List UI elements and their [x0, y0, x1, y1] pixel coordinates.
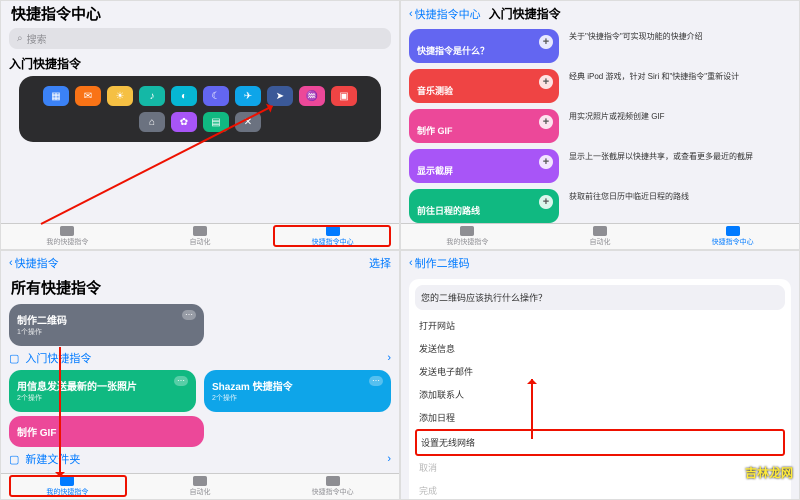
- app-icon: ♪: [139, 86, 165, 106]
- search-input[interactable]: ⌕ 搜索: [9, 28, 391, 49]
- opt-add-event[interactable]: 添加日程: [415, 406, 785, 429]
- app-icon: ☾: [203, 86, 229, 106]
- back-button[interactable]: ‹快捷指令中心: [409, 6, 481, 22]
- sheet-question: 您的二维码应该执行什么操作？: [415, 285, 785, 310]
- app-icon: ✉: [75, 86, 101, 106]
- annotation-highlight: [273, 225, 391, 247]
- shortcut-card[interactable]: +快捷指令是什么？: [409, 29, 559, 63]
- pane-starter-list: ‹快捷指令中心 入门快捷指令 +快捷指令是什么？关于"快捷指令"可实现功能的快捷…: [400, 0, 800, 250]
- card-desc: 经典 iPod 游戏，针对 Siri 和"快捷指令"重新设计: [565, 69, 791, 103]
- page-title: 入门快捷指令: [489, 5, 561, 22]
- opt-add-contact[interactable]: 添加联系人: [415, 383, 785, 406]
- app-icon: ♒: [299, 86, 325, 106]
- add-icon[interactable]: +: [539, 195, 553, 209]
- tab-automation[interactable]: 自动化: [534, 226, 667, 247]
- tab-gallery[interactable]: 快捷指令中心: [266, 476, 399, 497]
- app-icon: ✿: [171, 112, 197, 132]
- tile-qrcode[interactable]: ⋯ 制作二维码1个操作: [9, 304, 204, 346]
- add-icon[interactable]: +: [539, 35, 553, 49]
- chevron-left-icon: ‹: [9, 257, 13, 269]
- card-desc: 显示上一张截屏以快捷共享，或查看更多最近的截屏: [565, 149, 791, 183]
- opt-send-msg[interactable]: 发送信息: [415, 337, 785, 360]
- tile-gif[interactable]: 制作 GIF: [9, 416, 204, 447]
- app-icon: ✈: [235, 86, 261, 106]
- add-icon[interactable]: +: [539, 155, 553, 169]
- page-title: 快捷指令中心: [1, 1, 399, 26]
- chevron-right-icon: ›: [387, 352, 391, 364]
- tile-photo[interactable]: ⋯用信息发送最新的一张照片2个操作: [9, 370, 196, 412]
- chevron-left-icon: ‹: [409, 257, 413, 269]
- tab-bar: 我的快捷指令 自动化 快捷指令中心: [401, 223, 799, 249]
- annotation-highlight: [9, 475, 127, 497]
- tab-my[interactable]: 我的快捷指令: [401, 226, 534, 247]
- back-button[interactable]: ‹快捷指令: [9, 255, 59, 271]
- add-icon[interactable]: +: [539, 115, 553, 129]
- folder-icon: ▢: [9, 352, 19, 365]
- more-icon[interactable]: ⋯: [182, 310, 196, 320]
- opt-done[interactable]: 完成: [415, 479, 785, 500]
- annotation-arrow: [59, 347, 61, 477]
- tab-my[interactable]: 我的快捷指令: [1, 226, 134, 247]
- search-icon: ⌕: [17, 33, 23, 44]
- opt-send-mail[interactable]: 发送电子邮件: [415, 360, 785, 383]
- page-title: 所有快捷指令: [1, 275, 399, 300]
- app-icon: ▣: [331, 86, 357, 106]
- shortcut-card[interactable]: +音乐测验: [409, 69, 559, 103]
- section-starter: 入门快捷指令: [9, 55, 391, 72]
- opt-open-url[interactable]: 打开网站: [415, 314, 785, 337]
- chevron-right-icon: ›: [387, 453, 391, 465]
- select-button[interactable]: 选择: [369, 255, 391, 271]
- tab-automation[interactable]: 自动化: [134, 226, 267, 247]
- shortcut-card[interactable]: +制作 GIF: [409, 109, 559, 143]
- folder-icon: ▢: [9, 453, 19, 466]
- opt-cancel[interactable]: 取消: [415, 456, 785, 479]
- action-sheet: 您的二维码应该执行什么操作？ 打开网站 发送信息 发送电子邮件 添加联系人 添加…: [409, 279, 791, 500]
- chevron-left-icon: ‹: [409, 8, 413, 20]
- add-icon[interactable]: +: [539, 75, 553, 89]
- app-icon: ◐: [171, 86, 197, 106]
- tile-shazam[interactable]: ⋯Shazam 快捷指令2个操作: [204, 370, 391, 412]
- tab-gallery[interactable]: 快捷指令中心: [666, 226, 799, 247]
- pane-my-shortcuts: ‹快捷指令 选择 所有快捷指令 ⋯ 制作二维码1个操作 ▢ 入门快捷指令 › ⋯…: [0, 250, 400, 500]
- card-desc: 获取前往您日历中临近日程的路线: [565, 189, 791, 223]
- folder-new[interactable]: ▢ 新建文件夹 ›: [9, 451, 391, 467]
- watermark: 吉林龙网: [745, 464, 793, 481]
- app-icon: ▦: [43, 86, 69, 106]
- starter-hero-card[interactable]: ▦ ✉ ☀ ♪ ◐ ☾ ✈ ➤ ♒ ▣ ⌂ ✿ ▤ ✕: [19, 76, 381, 142]
- annotation-arrow: [531, 379, 533, 439]
- section-starter[interactable]: ▢ 入门快捷指令 ›: [9, 350, 391, 366]
- pane-gallery-home: 快捷指令中心 ⌕ 搜索 入门快捷指令 ▦ ✉ ☀ ♪ ◐ ☾ ✈ ➤ ♒ ▣ ⌂…: [0, 0, 400, 250]
- tab-automation[interactable]: 自动化: [134, 476, 267, 497]
- card-desc: 关于"快捷指令"可实现功能的快捷介绍: [565, 29, 791, 63]
- back-button[interactable]: ‹制作二维码: [409, 255, 470, 271]
- shortcut-card[interactable]: +前往日程的路线: [409, 189, 559, 223]
- card-desc: 用实况照片或视频创建 GIF: [565, 109, 791, 143]
- shortcut-card[interactable]: +显示截屏: [409, 149, 559, 183]
- app-icon: ☀: [107, 86, 133, 106]
- opt-set-wifi[interactable]: 设置无线网络: [415, 429, 785, 456]
- pane-qr-sheet: ‹制作二维码 您的二维码应该执行什么操作？ 打开网站 发送信息 发送电子邮件 添…: [400, 250, 800, 500]
- app-icon: ⌂: [139, 112, 165, 132]
